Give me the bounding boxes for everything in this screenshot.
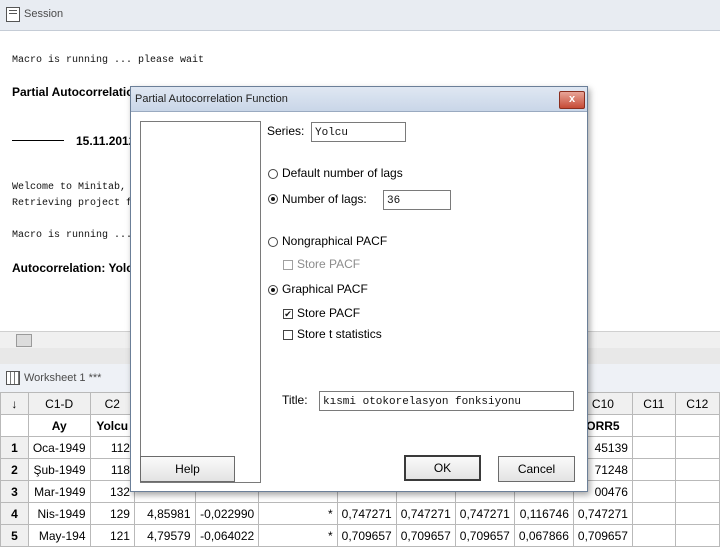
cell[interactable]	[631, 502, 676, 525]
session-date: 15.11.2012	[76, 134, 136, 148]
scrollbar-thumb[interactable]	[16, 334, 32, 347]
cell[interactable]: 0,747271	[395, 502, 456, 525]
nongraphical-label: Nongraphical PACF	[282, 234, 388, 248]
cell[interactable]: *	[258, 524, 338, 547]
cell[interactable]	[631, 524, 676, 547]
grid-corner[interactable]: ↓	[0, 392, 29, 415]
row-number[interactable]: 5	[0, 524, 29, 547]
cell[interactable]: Şub-1949	[27, 458, 91, 481]
worksheet-title: Worksheet 1 ***	[24, 372, 102, 384]
series-label: Series:	[267, 124, 305, 138]
graphical-label: Graphical PACF	[282, 282, 368, 296]
cell[interactable]: 112	[89, 436, 135, 459]
col-id[interactable]: C2	[89, 392, 135, 415]
store-pacf-label: Store PACF	[297, 306, 361, 320]
cell[interactable]: 118	[89, 458, 135, 481]
store-t-label: Store t statistics	[297, 327, 382, 341]
row-number[interactable]: 2	[0, 458, 29, 481]
cell[interactable]: May-194	[27, 524, 91, 547]
row-number[interactable]: 3	[0, 480, 29, 503]
session-line-retrieving: Retrieving project fro	[12, 198, 145, 209]
cell[interactable]: 121	[89, 524, 135, 547]
title-label: Title:	[282, 393, 308, 407]
col-name[interactable]: Ay	[27, 414, 91, 437]
cell[interactable]: 0,067866	[513, 524, 574, 547]
name-row-header[interactable]	[0, 414, 29, 437]
cancel-button[interactable]: Cancel	[498, 456, 575, 482]
session-heading-acf: Autocorrelation: Yolcu	[12, 261, 141, 275]
row-number[interactable]: 4	[0, 502, 29, 525]
cell[interactable]: *	[258, 502, 338, 525]
col-id[interactable]: C11	[631, 392, 676, 415]
number-lags-label: Number of lags:	[282, 192, 367, 206]
cell[interactable]	[674, 436, 720, 459]
session-title: Session	[24, 8, 64, 20]
cell[interactable]: 0,709657	[572, 524, 633, 547]
cell[interactable]	[674, 458, 720, 481]
session-rule	[12, 140, 64, 141]
ok-button[interactable]: OK	[404, 455, 481, 481]
col-id[interactable]: C12	[674, 392, 720, 415]
cell[interactable]	[631, 436, 676, 459]
pacf-dialog: Partial Autocorrelation Function x Serie…	[130, 86, 588, 492]
cell[interactable]	[674, 480, 720, 503]
cell[interactable]	[631, 480, 676, 503]
cell[interactable]: -0,022990	[194, 502, 260, 525]
row-number[interactable]: 1	[0, 436, 29, 459]
col-name[interactable]	[631, 414, 676, 437]
cell[interactable]: 4,85981	[133, 502, 196, 525]
cell[interactable]: -0,064022	[194, 524, 260, 547]
cell[interactable]: 0,709657	[395, 524, 456, 547]
cell[interactable]: 132	[89, 480, 135, 503]
session-heading-pacf: Partial Autocorrelation	[12, 85, 141, 99]
default-lags-radio[interactable]	[268, 169, 278, 179]
default-lags-label: Default number of lags	[282, 166, 403, 180]
variable-list[interactable]	[140, 121, 261, 483]
cell[interactable]: Nis-1949	[27, 502, 91, 525]
cell[interactable]: 4,79579	[133, 524, 196, 547]
session-line-macro2: Macro is running ... p	[12, 230, 145, 241]
cell[interactable]: 129	[89, 502, 135, 525]
session-line-macro: Macro is running ... please wait	[12, 55, 205, 66]
store-pacf-disabled-checkbox[interactable]	[283, 260, 293, 270]
table-row: 4 Nis-1949 129 4,85981 -0,022990 * 0,747…	[0, 502, 720, 525]
col-id[interactable]: C1-D	[27, 392, 91, 415]
cell[interactable]	[631, 458, 676, 481]
graphical-radio[interactable]	[268, 285, 278, 295]
col-name[interactable]	[674, 414, 720, 437]
table-row: 5 May-194 121 4,79579 -0,064022 * 0,7096…	[0, 524, 720, 547]
worksheet-icon	[6, 371, 20, 385]
close-button[interactable]: x	[559, 91, 585, 109]
cell[interactable]: Mar-1949	[27, 480, 91, 503]
cell[interactable]: 0,747271	[454, 502, 515, 525]
cell[interactable]: 0,709657	[454, 524, 515, 547]
number-lags-input[interactable]: 36	[383, 190, 451, 210]
cell[interactable]: 0,116746	[513, 502, 574, 525]
nongraphical-radio[interactable]	[268, 237, 278, 247]
help-button[interactable]: Help	[140, 456, 235, 482]
number-lags-radio[interactable]	[268, 194, 278, 204]
cell[interactable]: 0,709657	[336, 524, 397, 547]
cell[interactable]: 0,747271	[572, 502, 633, 525]
session-line-welcome: Welcome to Minitab, p	[12, 182, 139, 193]
title-input[interactable]: kısmi otokorelasyon fonksiyonu	[319, 391, 574, 411]
dialog-titlebar[interactable]: Partial Autocorrelation Function x	[131, 87, 587, 112]
cell[interactable]	[674, 502, 720, 525]
store-pacf-checkbox[interactable]: ✔	[283, 309, 293, 319]
session-icon	[6, 7, 20, 22]
cell[interactable]	[674, 524, 720, 547]
session-titlebar: Session	[0, 0, 720, 31]
cell[interactable]: Oca-1949	[27, 436, 91, 459]
cell[interactable]: 0,747271	[336, 502, 397, 525]
store-pacf-disabled-label: Store PACF	[297, 257, 361, 271]
store-t-checkbox[interactable]	[283, 330, 293, 340]
col-name[interactable]: Yolcu	[89, 414, 135, 437]
series-input[interactable]: Yolcu	[311, 122, 406, 142]
dialog-title: Partial Autocorrelation Function	[135, 93, 288, 105]
